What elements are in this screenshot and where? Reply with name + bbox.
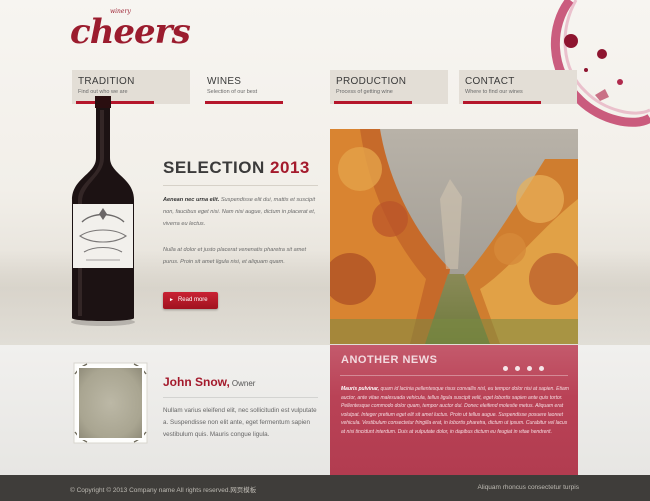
logo-text: cheers bbox=[70, 12, 191, 52]
owner-photo-frame bbox=[73, 362, 148, 444]
owner-role: Owner bbox=[231, 379, 256, 388]
nav-title: WINES bbox=[207, 76, 242, 87]
news-page-dot[interactable] bbox=[503, 366, 508, 371]
selection-lead-paragraph: Aenean nec urna elit. Suspendisse elit d… bbox=[163, 194, 319, 230]
nav-underline bbox=[463, 101, 541, 104]
nav-title: PRODUCTION bbox=[336, 76, 407, 87]
owner-heading: John Snow, Owner bbox=[163, 375, 255, 389]
news-page-dot[interactable] bbox=[539, 366, 544, 371]
nav-subtitle: Where to find our wines bbox=[465, 89, 523, 95]
footer-copyright: © Copyright © 2013 Company name All righ… bbox=[70, 487, 257, 494]
footer: © Copyright © 2013 Company name All righ… bbox=[0, 475, 650, 501]
selection-lead-bold: Aenean nec urna elit. bbox=[163, 197, 220, 203]
news-title: ANOTHER NEWS bbox=[341, 354, 438, 366]
news-text: Mauris pulvinar, quam id lacinia pellent… bbox=[341, 385, 569, 436]
news-page-dot[interactable] bbox=[527, 366, 532, 371]
news-page-dot[interactable] bbox=[515, 366, 520, 371]
arrow-right-icon: ► bbox=[169, 297, 174, 303]
page: winery cheers TRADITION Find out who we … bbox=[0, 0, 650, 501]
nav-subtitle: Process of getting wine bbox=[336, 89, 393, 95]
selection-year: 2013 bbox=[270, 158, 310, 177]
selection-paragraph: Nulla at dolor et justo placerat venenat… bbox=[163, 247, 307, 265]
news-panel: ANOTHER NEWS Mauris pulvinar, quam id la… bbox=[330, 345, 578, 475]
vineyard-photo bbox=[330, 129, 578, 344]
divider bbox=[163, 397, 318, 398]
nav-item-wines[interactable]: WINES Selection of our best bbox=[201, 70, 319, 104]
selection-title: SELECTION 2013 bbox=[163, 158, 310, 178]
nav-subtitle: Selection of our best bbox=[207, 89, 258, 95]
nav-title: CONTACT bbox=[465, 76, 515, 87]
read-more-label: Read more bbox=[177, 297, 208, 303]
news-body: quam id lacinia pellentesque risus conva… bbox=[341, 386, 569, 435]
nav-item-production[interactable]: PRODUCTION Process of getting wine bbox=[330, 70, 448, 104]
nav-title: TRADITION bbox=[78, 76, 135, 87]
nav-underline bbox=[205, 101, 283, 104]
divider bbox=[340, 375, 568, 376]
owner-name: John Snow, bbox=[163, 375, 230, 389]
nav-subtitle: Find out who we are bbox=[78, 89, 128, 95]
news-pagination bbox=[503, 358, 551, 376]
footer-tagline: Aliquam rhoncus consectetur turpis bbox=[477, 484, 579, 491]
wine-bottle-image bbox=[71, 96, 135, 326]
divider bbox=[163, 185, 318, 186]
news-lead-bold: Mauris pulvinar, bbox=[341, 386, 380, 392]
nav-underline bbox=[334, 101, 412, 104]
owner-photo-placeholder bbox=[77, 366, 144, 440]
read-more-button[interactable]: ► Read more bbox=[163, 292, 218, 309]
logo[interactable]: winery cheers bbox=[70, 8, 191, 60]
nav-item-contact[interactable]: CONTACT Where to find our wines bbox=[459, 70, 577, 104]
selection-title-text: SELECTION bbox=[163, 158, 265, 177]
owner-description: Nullam varius eleifend elit, nec sollici… bbox=[163, 407, 317, 438]
